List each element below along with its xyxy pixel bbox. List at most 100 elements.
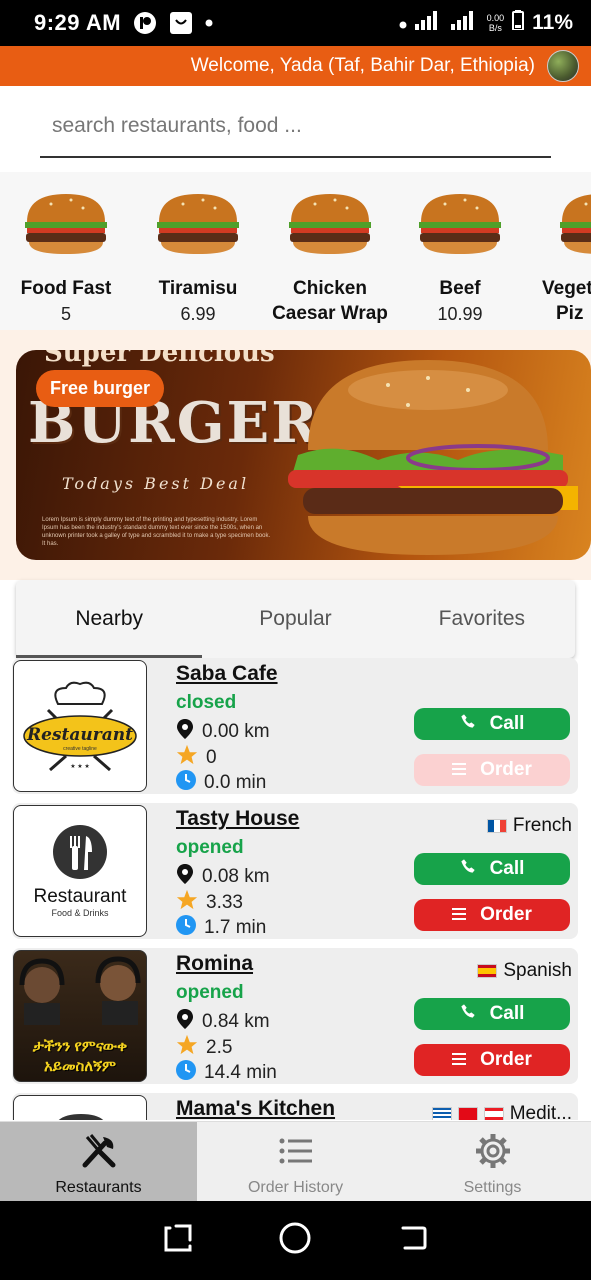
shopping-bag-icon — [169, 11, 193, 35]
restaurant-logo: Restaurant Food & Drinks — [13, 805, 147, 937]
nav-label: Restaurants — [55, 1179, 142, 1196]
home-icon[interactable] — [278, 1221, 312, 1260]
food-item[interactable]: Veget Piz — [532, 190, 591, 326]
restaurant-card[interactable]: Mama's Kitchen Medit... — [12, 1093, 578, 1120]
restaurant-card[interactable]: Restaurant Food & Drinks Tasty House Fre… — [12, 803, 578, 939]
distance-value: 0.08 km — [202, 866, 270, 887]
phone-icon — [460, 713, 476, 735]
restaurant-name[interactable]: Tasty House — [176, 807, 299, 831]
cuisine-label: French — [512, 815, 572, 836]
restaurant-list[interactable]: Restaurant creative tagline ★ ★ ★ Saba C… — [0, 658, 591, 1120]
list-icon — [279, 1138, 312, 1164]
food-item[interactable]: Food Fast 5 — [6, 190, 126, 327]
list-icon — [452, 1049, 467, 1071]
cuisine-label: Medit... — [509, 1103, 572, 1120]
turkey-flag-icon — [457, 1107, 478, 1120]
search-input[interactable] — [52, 114, 551, 138]
restaurant-name[interactable]: Saba Cafe — [176, 662, 278, 686]
restaurant-status: closed — [176, 692, 237, 713]
promo-section: Super Delicious BURGER Free burger Today… — [0, 330, 591, 580]
location-pin-icon — [176, 1008, 194, 1036]
nav-label: Order History — [247, 1179, 344, 1196]
order-label: Order — [480, 759, 532, 780]
clock-icon — [176, 1060, 196, 1086]
promo-banner[interactable]: Super Delicious BURGER Free burger Today… — [16, 350, 591, 560]
banner-body: Lorem Ipsum is simply dummy text of the … — [42, 517, 271, 547]
tab-bar: Nearby Popular Favorites — [16, 580, 575, 658]
tab-popular[interactable]: Popular — [202, 580, 388, 658]
cuisine-badge: Spanish — [477, 960, 572, 982]
time-value: 0.0 min — [204, 772, 267, 793]
distance-row: 0.84 km — [176, 1008, 270, 1036]
fork-knife-icon — [82, 1134, 115, 1168]
rating-row: 3.33 — [176, 889, 243, 917]
clock-icon — [176, 915, 196, 941]
battery-percent: 11% — [532, 11, 573, 34]
welcome-bar: Welcome, Yada (Taf, Bahir Dar, Ethiopia) — [0, 46, 591, 86]
nav-order-history[interactable]: Order History — [197, 1122, 394, 1201]
burger-image — [153, 190, 243, 256]
star-icon — [176, 889, 198, 917]
food-item[interactable]: Chicken Caesar Wrap — [269, 190, 391, 326]
france-flag-icon — [486, 819, 507, 833]
order-button[interactable]: Order — [414, 1044, 570, 1076]
burger-image — [21, 190, 111, 256]
order-button[interactable]: Order — [414, 754, 570, 786]
food-price: 10.99 — [437, 304, 483, 324]
order-label: Order — [480, 1049, 532, 1070]
call-label: Call — [489, 713, 525, 734]
time-row: 0.0 min — [176, 770, 266, 796]
call-label: Call — [489, 858, 525, 879]
food-price: 6.99 — [180, 304, 216, 324]
time-value: 1.7 min — [204, 917, 267, 938]
burger-illustration — [288, 360, 578, 555]
free-burger-badge[interactable]: Free burger — [36, 370, 165, 407]
food-name: Food Fast — [20, 278, 112, 299]
banner-subtitle: Todays Best Deal — [62, 474, 250, 493]
nav-settings[interactable]: Settings — [394, 1122, 591, 1201]
distance-value: 0.84 km — [202, 1011, 270, 1032]
banner-top-text: Super Delicious — [44, 350, 275, 368]
back-icon[interactable] — [397, 1222, 429, 1259]
burger-image — [415, 190, 505, 256]
podcast-people-image — [19, 956, 141, 1025]
time-row: 1.7 min — [176, 915, 266, 941]
call-button[interactable]: Call — [414, 853, 570, 885]
restaurant-photo: ታችንን የምናውቀ አይመስለኝም — [13, 950, 147, 1082]
food-item[interactable]: Beef 10.99 — [400, 190, 520, 327]
tab-favorites[interactable]: Favorites — [389, 580, 575, 658]
list-icon — [452, 904, 467, 926]
search-box[interactable] — [40, 96, 551, 158]
restaurant-name[interactable]: Romina — [176, 952, 253, 976]
food-price: 5 — [60, 304, 71, 324]
spain-flag-icon — [477, 964, 498, 978]
bottom-navigation: Restaurants Order History Settings — [0, 1121, 591, 1201]
restaurant-card[interactable]: Restaurant creative tagline ★ ★ ★ Saba C… — [12, 658, 578, 794]
nav-restaurants[interactable]: Restaurants — [0, 1122, 197, 1201]
distance-value: 0.00 km — [202, 721, 270, 742]
recent-apps-icon[interactable] — [162, 1222, 194, 1259]
time-row: 14.4 min — [176, 1060, 277, 1086]
photo-caption-line1: ታችንን የምናውቀ — [32, 1038, 128, 1055]
distance-row: 0.08 km — [176, 863, 270, 891]
call-button[interactable]: Call — [414, 998, 570, 1030]
call-label: Call — [489, 1003, 525, 1024]
food-name: Veget — [542, 278, 591, 299]
avatar[interactable] — [547, 50, 579, 82]
food-item[interactable]: Tiramisu 6.99 — [138, 190, 258, 327]
phone-icon — [460, 858, 476, 880]
call-button[interactable]: Call — [414, 708, 570, 740]
restaurant-name[interactable]: Mama's Kitchen — [176, 1097, 335, 1120]
order-button[interactable]: Order — [414, 899, 570, 931]
logo-title: Restaurant — [33, 886, 127, 907]
restaurant-card[interactable]: ታችንን የምናውቀ አይመስለኝም Romina Spanish opened… — [12, 948, 578, 1084]
food-name-line2: Piz — [556, 303, 584, 324]
system-navigation — [0, 1201, 591, 1280]
tab-nearby[interactable]: Nearby — [16, 580, 203, 658]
photo-caption-line2: አይመስለኝም — [43, 1058, 117, 1075]
distance-row: 0.00 km — [176, 718, 270, 746]
svg-text:★ ★ ★: ★ ★ ★ — [70, 763, 89, 770]
food-name: Beef — [439, 278, 481, 299]
status-bar: 9:29 AM 0.00 B/s 11% — [0, 0, 591, 46]
food-strip[interactable]: Food Fast 5 Tiramisu 6.99 Chicken Caesar… — [0, 172, 591, 330]
